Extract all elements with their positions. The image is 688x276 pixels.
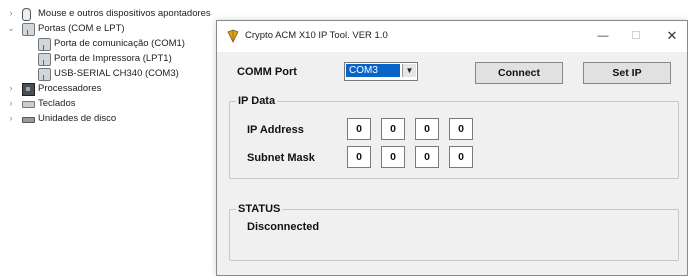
status-text: Disconnected bbox=[247, 221, 320, 233]
port-icon bbox=[38, 53, 51, 66]
chevron-down-icon[interactable]: ▼ bbox=[402, 64, 416, 77]
status-group: STATUS bbox=[229, 203, 679, 261]
tree-item-label: USB-SERIAL CH340 (COM3) bbox=[54, 68, 179, 79]
chevron-right-icon[interactable]: › bbox=[6, 6, 16, 21]
tree-item-ch340[interactable]: USB-SERIAL CH340 (COM3) bbox=[0, 66, 220, 81]
ip-data-title: IP Data bbox=[236, 95, 278, 107]
ip-address-label: IP Address bbox=[247, 124, 304, 136]
chevron-right-icon[interactable]: › bbox=[6, 96, 16, 111]
ip-tool-window: Crypto ACM X10 IP Tool. VER 1.0 — ☐ ✕ CO… bbox=[216, 20, 688, 276]
device-manager-tree: › Mouse e outros dispositivos apontadore… bbox=[0, 6, 220, 126]
ip-octet-1[interactable] bbox=[347, 118, 371, 140]
window-title: Crypto ACM X10 IP Tool. VER 1.0 bbox=[245, 30, 388, 41]
tree-item-processors[interactable]: › Processadores bbox=[0, 81, 220, 96]
ip-octet-3[interactable] bbox=[415, 118, 439, 140]
tree-item-mouse[interactable]: › Mouse e outros dispositivos apontadore… bbox=[0, 6, 220, 21]
mask-octet-2[interactable] bbox=[381, 146, 405, 168]
ip-octet-4[interactable] bbox=[449, 118, 473, 140]
minimize-button[interactable]: — bbox=[592, 27, 614, 45]
comm-port-value: COM3 bbox=[346, 64, 400, 77]
ip-octet-2[interactable] bbox=[381, 118, 405, 140]
mask-octet-3[interactable] bbox=[415, 146, 439, 168]
comm-port-label: COMM Port bbox=[237, 66, 297, 78]
port-icon bbox=[38, 38, 51, 51]
title-bar[interactable]: Crypto ACM X10 IP Tool. VER 1.0 — ☐ ✕ bbox=[217, 21, 687, 52]
tree-item-disks[interactable]: › Unidades de disco bbox=[0, 111, 220, 126]
tree-item-label: Porta de Impressora (LPT1) bbox=[54, 53, 172, 64]
comm-port-select[interactable]: COM3 ▼ bbox=[344, 62, 418, 81]
tree-item-label: Unidades de disco bbox=[38, 113, 117, 124]
tree-item-label: Teclados bbox=[38, 98, 76, 109]
tree-item-com1[interactable]: Porta de comunicação (COM1) bbox=[0, 36, 220, 51]
keyboard-icon bbox=[22, 101, 35, 108]
set-ip-button[interactable]: Set IP bbox=[583, 62, 671, 84]
maximize-button[interactable]: ☐ bbox=[625, 27, 647, 45]
tree-item-label: Processadores bbox=[38, 83, 102, 94]
tree-item-label: Mouse e outros dispositivos apontadores bbox=[38, 8, 211, 19]
status-title: STATUS bbox=[236, 203, 283, 215]
mask-octet-4[interactable] bbox=[449, 146, 473, 168]
mouse-icon bbox=[22, 8, 31, 21]
tree-item-label: Porta de comunicação (COM1) bbox=[54, 38, 185, 49]
mask-octet-1[interactable] bbox=[347, 146, 371, 168]
port-icon bbox=[38, 68, 51, 81]
chevron-right-icon[interactable]: › bbox=[6, 81, 16, 96]
tree-item-lpt1[interactable]: Porta de Impressora (LPT1) bbox=[0, 51, 220, 66]
tree-item-label: Portas (COM e LPT) bbox=[38, 23, 125, 34]
subnet-mask-label: Subnet Mask bbox=[247, 152, 315, 164]
chevron-right-icon[interactable]: › bbox=[6, 111, 16, 126]
crypto-app-icon bbox=[227, 29, 239, 43]
tree-item-keyboards[interactable]: › Teclados bbox=[0, 96, 220, 111]
chevron-down-icon[interactable]: ⌄ bbox=[6, 21, 16, 36]
processor-icon bbox=[22, 83, 35, 96]
connect-button[interactable]: Connect bbox=[475, 62, 563, 84]
disk-icon bbox=[22, 117, 35, 123]
close-button[interactable]: ✕ bbox=[661, 27, 683, 45]
tree-item-ports[interactable]: ⌄ Portas (COM e LPT) bbox=[0, 21, 220, 36]
port-icon bbox=[22, 23, 35, 36]
